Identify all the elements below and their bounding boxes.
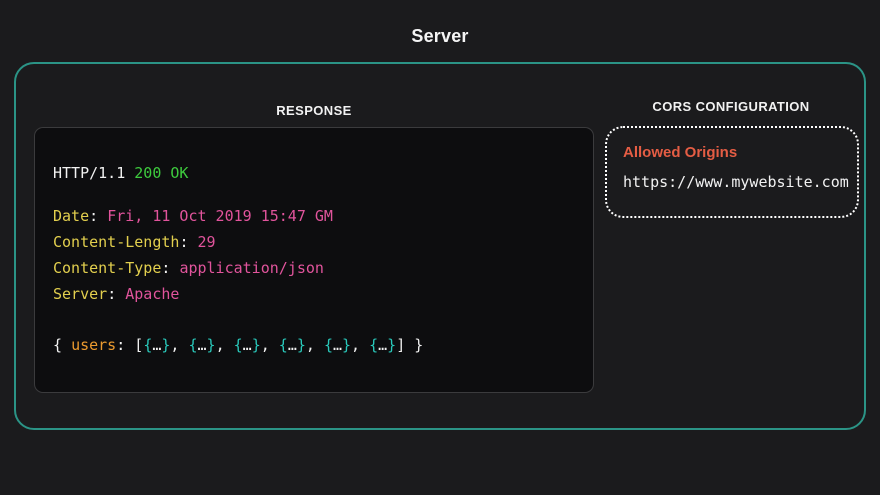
response-body-line: { users: [{…}, {…}, {…}, {…}, {…}, {…}] …	[53, 332, 575, 358]
header-line: Content-Length: 29	[53, 229, 575, 255]
allowed-origins-label: Allowed Origins	[623, 143, 841, 163]
header-line: Content-Type: application/json	[53, 255, 575, 281]
allowed-origin-value: https://www.mywebsite.com	[623, 172, 841, 192]
response-label: RESPONSE	[34, 103, 594, 118]
blank-line	[53, 307, 575, 332]
response-code-block: HTTP/1.1 200 OK Date: Fri, 11 Oct 2019 1…	[34, 127, 594, 393]
page-title: Server	[0, 26, 880, 47]
status-code-text: 200 OK	[134, 164, 188, 182]
cors-label: CORS CONFIGURATION	[600, 99, 862, 114]
header-line: Date: Fri, 11 Oct 2019 15:47 GM	[53, 203, 575, 229]
status-line: HTTP/1.1 200 OK	[53, 160, 575, 186]
response-headers: Date: Fri, 11 Oct 2019 15:47 GMContent-L…	[53, 203, 575, 307]
cors-config-box: Allowed Origins https://www.mywebsite.co…	[605, 126, 859, 218]
protocol-text: HTTP/1.1	[53, 164, 125, 182]
server-diagram: Server RESPONSE HTTP/1.1 200 OK Date: Fr…	[0, 0, 880, 495]
blank-line	[53, 186, 575, 203]
header-line: Server: Apache	[53, 281, 575, 307]
